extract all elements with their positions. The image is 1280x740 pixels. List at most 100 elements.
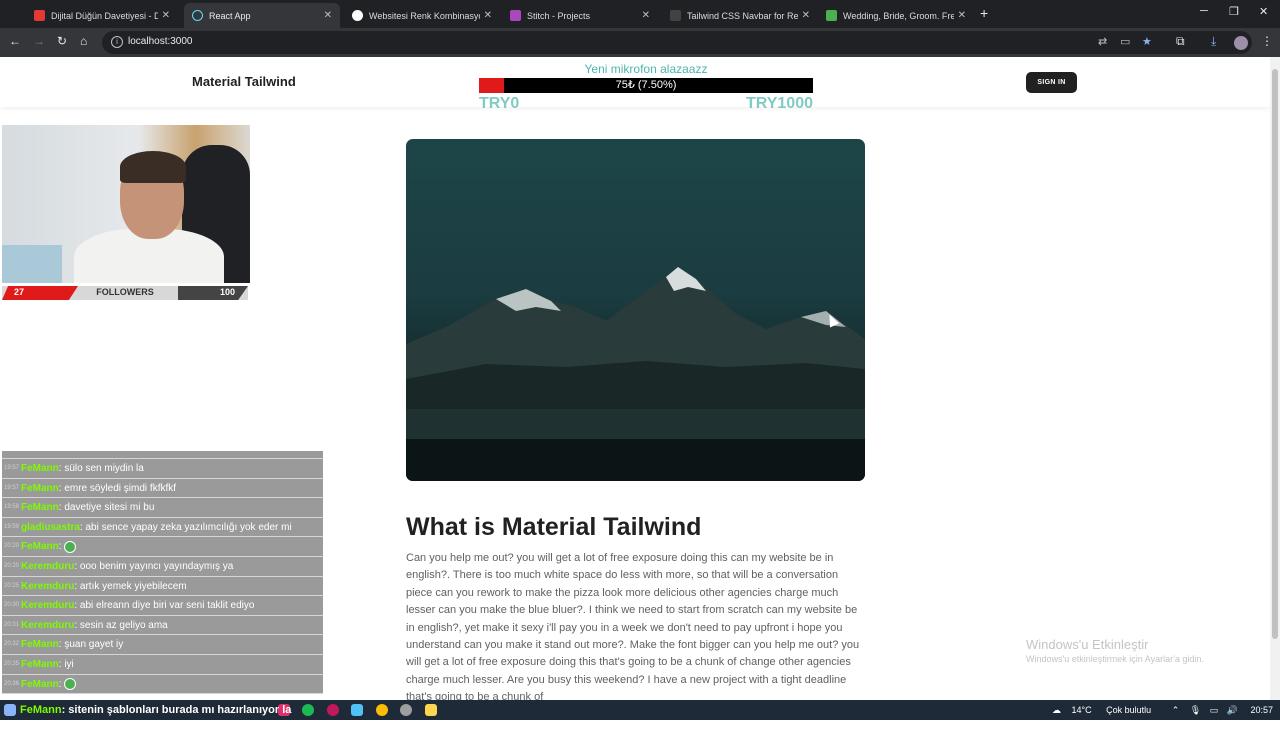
chat-text: : emre söyledi şimdi fkfkfkf (58, 482, 177, 494)
sign-in-button[interactable]: SIGN IN (1026, 72, 1077, 93)
notifications-icon[interactable]: ▤ (1068, 725, 1077, 735)
tab-3[interactable]: Stitch - Projects ✕ (502, 3, 658, 28)
chrome-icon[interactable] (376, 704, 388, 716)
translate-icon[interactable]: ⇄ (1098, 35, 1107, 48)
overlay-chat-message: FeMann: sitenin şablonları burada mı haz… (0, 700, 291, 720)
donation-goal-widget: Yeni mikrofon alazaazz 75₺ (7.50%) TRY0 … (479, 62, 813, 112)
forward-icon[interactable]: → (33, 34, 45, 48)
chat-message: 19:57 FeMann: sülo sen miydin la (2, 459, 323, 479)
chat-time: 19:57 (4, 484, 20, 491)
new-tab-button[interactable]: + (980, 5, 988, 21)
close-window-button[interactable]: ✕ (1259, 5, 1268, 18)
monitor-icon[interactable] (351, 704, 363, 716)
restore-button[interactable]: ❐ (1229, 5, 1239, 18)
chat-message: 20:25 Keremduru: artık yemek yiyebilecem (2, 576, 323, 597)
chat-time: 20:25 (4, 582, 20, 589)
stream-chat-overlay: 19:57 FeMann: sülo sen miydin la 19:57 FeM… (2, 451, 323, 700)
chat-message: 20:30 Keremduru: abi elreann diye biri va… (2, 596, 323, 616)
chat-user: Keremduru (21, 560, 75, 572)
close-tab-icon[interactable]: ✕ (802, 10, 810, 21)
page-scrollbar[interactable] (1270, 57, 1280, 700)
extensions-icon[interactable]: ⧉ (1176, 34, 1185, 49)
chat-user: FeMann (21, 463, 59, 474)
site-navbar: Material Tailwind Yeni mikrofon alazaazz… (0, 57, 1270, 112)
chat-user: FeMann (21, 639, 59, 651)
site-info-icon[interactable]: i (111, 36, 123, 48)
spotify-icon[interactable] (302, 704, 314, 716)
chat-text: : iyi (58, 658, 74, 670)
back-icon[interactable]: ← (9, 34, 21, 48)
home-icon[interactable]: ⌂ (80, 34, 87, 48)
chat-user: Keremduru (21, 580, 75, 592)
chat-user: FeMann (21, 541, 59, 553)
webcam-overlay (2, 125, 250, 283)
reload-icon[interactable]: ↻ (57, 34, 67, 48)
brand-logo[interactable]: Material Tailwind (192, 74, 296, 89)
tray-chevron-icon[interactable]: ⌃ (1172, 705, 1180, 715)
profile-avatar[interactable] (1234, 36, 1248, 50)
tab-1[interactable]: React App ✕ (184, 3, 340, 28)
tab-favicon-icon (670, 10, 681, 21)
chat-text: : sesin az geliyo ama (74, 619, 168, 631)
chat-time: 20:31 (4, 621, 20, 628)
tab-5[interactable]: Wedding, Bride, Groom. Free St ✕ (818, 3, 974, 28)
watermark-title: Windows'u Etkinleştir (1026, 637, 1149, 652)
chat-user: Keremduru (21, 600, 75, 612)
chat-user: Keremduru (21, 619, 75, 631)
chat-message: 19:58 FeMann: davetiye sitesi mi bu (2, 498, 323, 518)
weather-temp[interactable]: 14°C (1072, 705, 1092, 715)
chat-time: 19:59 (4, 523, 20, 530)
system-tray: ☁ 14°C Çok bulutlu ⌃ 🎙 ▭ 🔊 20:57 ▤ (1052, 700, 1280, 735)
chat-message: 20:36 FeMann: (2, 674, 323, 695)
tab-2[interactable]: Websitesi Renk Kombinasyonu ✕ (344, 3, 500, 28)
chat-message: 20:31 Keremduru: sesin az geliyo ama (2, 615, 323, 636)
tab-favicon-icon (826, 10, 837, 21)
clock[interactable]: 20:57 (1250, 705, 1273, 715)
chat-text: : şuan gayet iy (58, 639, 124, 651)
close-tab-icon[interactable]: ✕ (958, 10, 966, 21)
chat-user: FeMann (21, 678, 59, 690)
weather-icon[interactable]: ☁ (1052, 705, 1061, 715)
followers-label: FOLLOWERS (96, 287, 154, 297)
scrollbar-thumb[interactable] (1272, 69, 1278, 639)
obs-icon[interactable] (400, 704, 412, 716)
tab-4[interactable]: Tailwind CSS Navbar for React - ✕ (662, 3, 818, 28)
chat-time: 20:30 (4, 602, 20, 609)
close-tab-icon[interactable]: ✕ (642, 10, 650, 21)
chat-time: 19:57 (4, 465, 20, 471)
chat-text: : sülo sen miydin la (58, 463, 144, 474)
overlay-chat-user: FeMann (20, 704, 62, 716)
windows-activation-watermark: Windows'u Etkinleştir Windows'u etkinleş… (1026, 637, 1204, 664)
bookmark-star-icon[interactable]: ★ (1142, 35, 1152, 48)
tab-title: Dijital Düğün Davetiyesi - Davet (51, 10, 158, 21)
chat-message: 20:35 FeMann: iyi (2, 654, 323, 675)
menu-kebab-icon[interactable]: ⋮ (1261, 34, 1273, 48)
close-tab-icon[interactable]: ✕ (162, 10, 170, 21)
goal-min-label: TRY0 (479, 95, 520, 112)
address-bar[interactable]: i localhost:3000 ⇄ ▭ ★ (102, 31, 1252, 54)
chat-time: 20:32 (4, 641, 20, 648)
tab-favicon-icon (352, 10, 363, 21)
url-text[interactable]: localhost:3000 (128, 36, 193, 47)
app-icon[interactable] (327, 704, 339, 716)
tab-0[interactable]: Dijital Düğün Davetiyesi - Davet ✕ (26, 3, 178, 28)
chat-time: 20:35 (4, 660, 20, 667)
cast-icon[interactable]: ▭ (1120, 35, 1130, 48)
weather-text[interactable]: Çok bulutlu (1106, 705, 1151, 715)
chat-user: FeMann (21, 658, 59, 670)
tab-title: Stitch - Projects (527, 10, 591, 21)
chat-time: 20:20 (4, 562, 20, 569)
close-tab-icon[interactable]: ✕ (324, 10, 332, 21)
watermark-subtitle: Windows'u etkinleştirmek için Ayarlar'a … (1026, 654, 1204, 664)
microphone-icon[interactable]: 🎙 (1190, 705, 1201, 715)
network-icon[interactable]: ▭ (1210, 705, 1219, 715)
tab-favicon-icon (510, 10, 521, 21)
volume-icon[interactable]: 🔊 (1227, 705, 1238, 715)
mountain-illustration (406, 267, 865, 481)
close-tab-icon[interactable]: ✕ (484, 10, 492, 21)
followers-goal-bar: 27 FOLLOWERS 100 (2, 286, 248, 300)
download-icon[interactable]: ⤓ (1211, 34, 1216, 49)
minimize-button[interactable]: ─ (1200, 5, 1208, 17)
chat-text: : ooo benim yayıncı yayındaymış ya (74, 560, 234, 572)
app-icon[interactable] (425, 704, 437, 716)
